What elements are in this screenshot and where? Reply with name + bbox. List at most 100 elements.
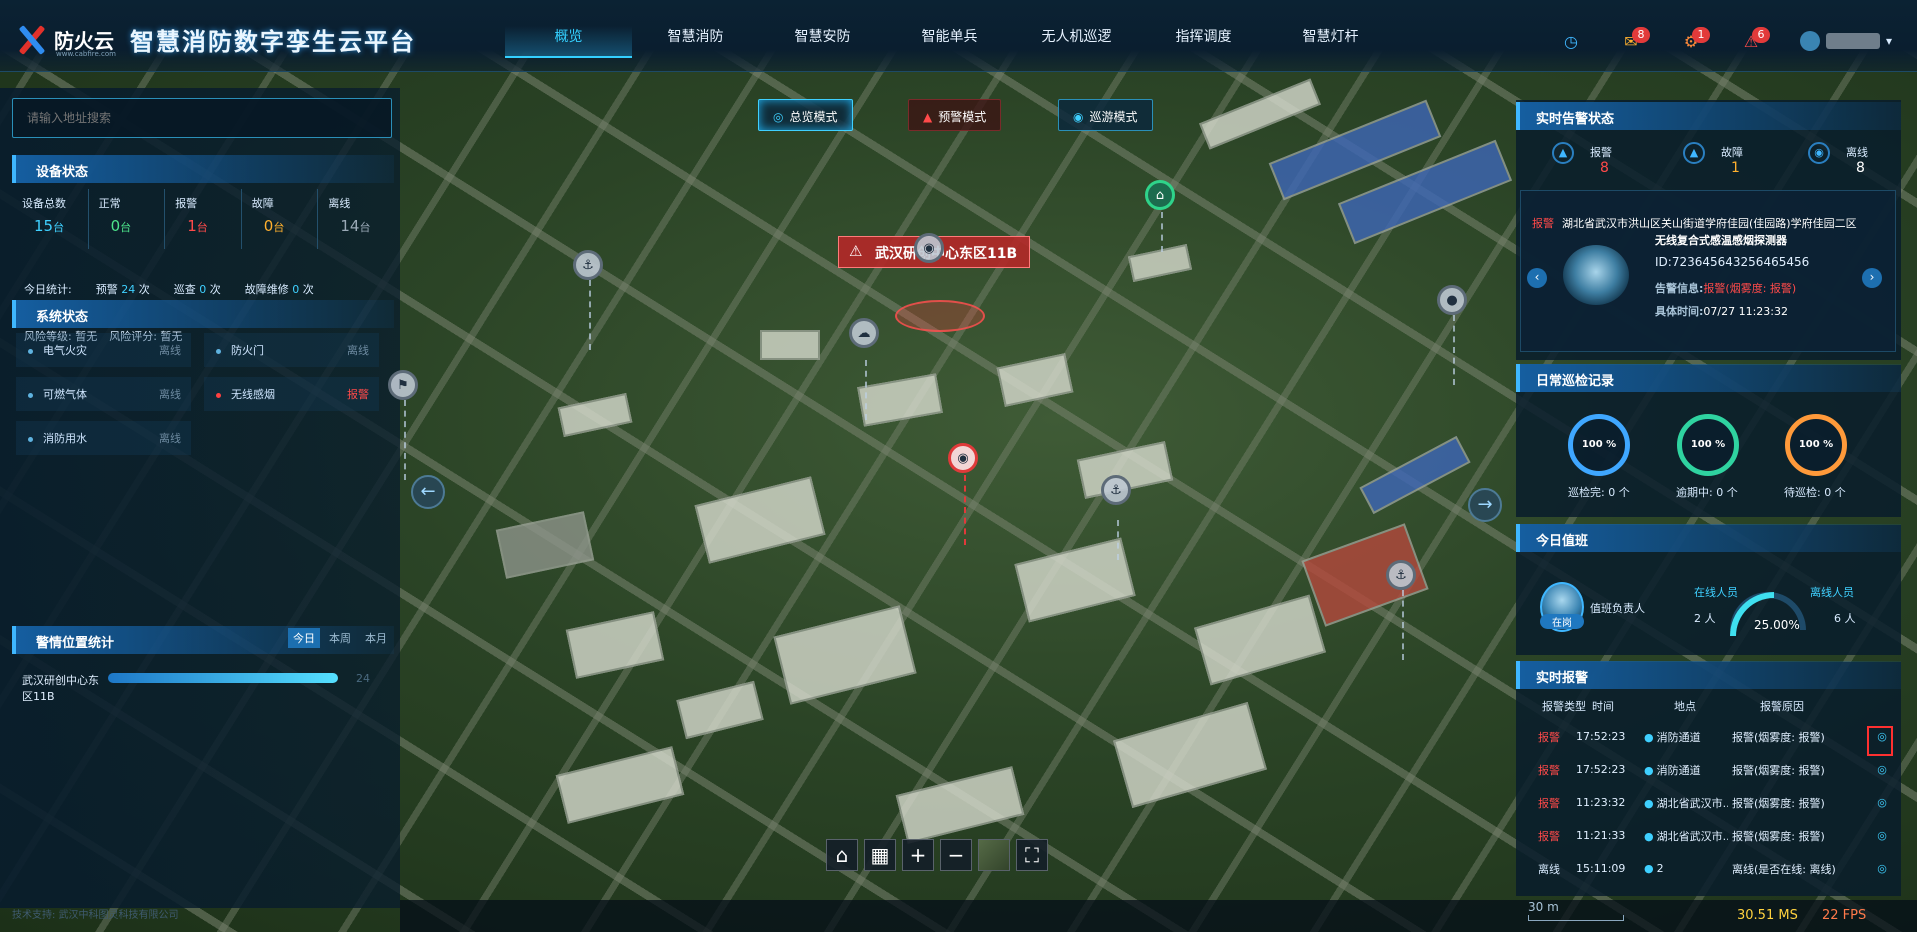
table-row[interactable]: 报警 11:21:33 ● 湖北省武汉市... 报警(烟雾度: 报警) ◎ — [1518, 819, 1898, 852]
tab-month[interactable]: 本月 — [360, 628, 392, 648]
today-patrol: 巡查 0 次 — [173, 283, 221, 296]
tour-mode-button[interactable]: ◉ 巡游模式 — [1058, 99, 1153, 131]
nav-command-dispatch[interactable]: 指挥调度 — [1140, 26, 1267, 58]
nav-smart-lamp[interactable]: 智慧灯杆 — [1267, 26, 1394, 58]
system-item[interactable]: 电气火灾 离线 — [16, 333, 191, 367]
water-marker-icon[interactable]: ● — [1437, 285, 1467, 315]
system-item[interactable]: 可燃气体 离线 — [16, 377, 191, 411]
map-prev-arrow-icon[interactable]: ← — [411, 475, 445, 509]
tag-marker-icon[interactable]: ⚓ — [1386, 560, 1416, 590]
camera-marker-icon[interactable]: ◉ — [914, 233, 944, 263]
address-search-input[interactable] — [12, 98, 392, 138]
map-building — [495, 511, 595, 579]
patrol-title: 日常巡检记录 — [1516, 364, 1901, 392]
hydrant-marker-icon[interactable]: ⚑ — [388, 370, 418, 400]
tag-marker-icon[interactable]: ⚓ — [1101, 475, 1131, 505]
location-icon: ● — [1644, 730, 1654, 744]
zoom-in-icon[interactable]: + — [902, 839, 934, 871]
view-eye-icon[interactable]: ◎ — [1866, 829, 1898, 842]
map-building — [1199, 78, 1321, 150]
target-icon: ◎ — [773, 110, 784, 124]
system-item[interactable]: 无线感烟 报警 — [204, 377, 379, 411]
map-next-arrow-icon[interactable]: → — [1468, 488, 1502, 522]
map-building — [555, 746, 685, 824]
alarm-location-name: 武汉研创中心东区11B — [22, 674, 99, 703]
location-icon: ● — [1644, 829, 1654, 843]
view-eye-icon[interactable]: ◎ — [1866, 796, 1898, 809]
nav-smart-soldier[interactable]: 智能单兵 — [886, 26, 1013, 58]
table-row[interactable]: 报警 17:52:23 ● 消防通道 报警(烟雾度: 报警) ◎ — [1518, 753, 1898, 786]
building-marker-icon[interactable]: ⌂ — [1145, 180, 1175, 210]
clock-icon[interactable]: ◷ — [1560, 30, 1582, 52]
tab-week[interactable]: 本周 — [324, 628, 356, 648]
nav-smart-security[interactable]: 智慧安防 — [759, 26, 886, 58]
zoom-out-icon[interactable]: − — [940, 839, 972, 871]
alarm-bell-icon[interactable]: ⚠ 6 — [1740, 27, 1770, 52]
pin-stem — [1161, 212, 1163, 252]
stat-total: 设备总数 15台 — [12, 189, 89, 249]
alert-device-name: 无线复合式感温感烟探测器 — [1655, 234, 1787, 247]
fullscreen-icon[interactable]: ⛶ — [1016, 839, 1048, 871]
settings-badge: 1 — [1692, 27, 1710, 43]
alarm-period-tabs: 今日 本周 本月 — [288, 628, 392, 648]
online-count: 2 人 — [1694, 612, 1716, 625]
duty-status-badge: 在岗 — [1540, 614, 1584, 629]
status-dot-icon — [28, 348, 33, 354]
stat-value: 14台 — [340, 217, 371, 235]
logo-url: www.cabfire.com — [56, 50, 116, 58]
triangle-alarm-icon: ▲ — [1552, 142, 1574, 164]
settings-icon[interactable]: ⚙ 1 — [1680, 27, 1710, 52]
system-status: 离线 — [159, 388, 181, 401]
warning-mode-button[interactable]: ▲ 预警模式 — [908, 99, 1002, 131]
patrol-overdue-label: 逾期中: 0 个 — [1676, 486, 1738, 499]
pin-stem — [1402, 590, 1404, 660]
patrol-done-label: 巡检完: 0 个 — [1568, 486, 1630, 499]
system-status: 离线 — [159, 432, 181, 445]
card-prev-icon[interactable]: ‹ — [1527, 268, 1547, 288]
realtime-alert-title: 实时告警状态 — [1516, 102, 1901, 130]
alarm-marker-icon[interactable]: ◉ — [948, 443, 978, 473]
card-next-icon[interactable]: › — [1862, 268, 1882, 288]
smoke-detector-image — [1563, 245, 1629, 305]
patrol-done-ring: 100 % — [1568, 414, 1630, 476]
message-icon[interactable]: ✉ 8 — [1620, 27, 1650, 52]
today-label: 今日统计: — [24, 283, 72, 296]
map-building — [1194, 594, 1326, 686]
alarm-location-bar — [108, 673, 338, 683]
alarm-type: 离线 — [1538, 862, 1560, 876]
map-building — [694, 476, 826, 564]
table-row[interactable]: 离线 15:11:09 ● 2 离线(是否在线: 离线) ◎ — [1518, 852, 1898, 885]
table-row[interactable]: 报警 17:52:23 ● 消防通道 报警(烟雾度: 报警) ◎ — [1518, 720, 1898, 753]
app-title: 智慧消防数字孪生云平台 — [130, 28, 416, 56]
overview-mode-button[interactable]: ◎ 总览模式 — [758, 99, 853, 131]
nav-smart-fire[interactable]: 智慧消防 — [632, 26, 759, 58]
view-eye-icon[interactable]: ◎ — [1866, 763, 1898, 776]
pin-stem — [589, 280, 591, 350]
tab-today[interactable]: 今日 — [288, 628, 320, 648]
basemap-layer-icon[interactable] — [978, 839, 1010, 871]
system-item[interactable]: 防火门 离线 — [204, 333, 379, 367]
alert-count-offline: ◉ 离线 8 — [1808, 142, 1917, 176]
alert-address: 报警 湖北省武汉市洪山区关山街道学府佳园(佳园路)学府佳园二区 — [1532, 217, 1857, 230]
user-menu[interactable]: ▾ — [1800, 30, 1892, 52]
alarm-badge: 6 — [1752, 27, 1770, 43]
today-repair: 故障维修 0 次 — [244, 283, 314, 296]
home-icon[interactable]: ⌂ — [826, 839, 858, 871]
offline-count: 6 人 — [1834, 612, 1856, 625]
stat-normal: 正常 0台 — [89, 189, 166, 249]
alert-tag: 报警 — [1532, 217, 1554, 230]
message-badge: 8 — [1632, 27, 1650, 43]
view-eye-icon[interactable]: ◎ — [1866, 862, 1898, 875]
smoke-detector-marker-icon[interactable]: ☁ — [849, 318, 879, 348]
nav-drone-patrol[interactable]: 无人机巡逻 — [1013, 26, 1140, 58]
alert-count-fault: ▲ 故障 1 — [1683, 142, 1803, 176]
location-icon: ● — [1644, 763, 1654, 777]
pin-stem — [1117, 520, 1119, 560]
location-icon: ● — [1644, 862, 1654, 875]
building-icon[interactable]: ▦ — [864, 839, 896, 871]
nav-overview[interactable]: 概览 — [505, 26, 632, 58]
map-building — [557, 393, 633, 437]
system-item[interactable]: 消防用水 离线 — [16, 421, 191, 455]
table-row[interactable]: 报警 11:23:32 ● 湖北省武汉市... 报警(烟雾度: 报警) ◎ — [1518, 786, 1898, 819]
tag-marker-icon[interactable]: ⚓ — [573, 250, 603, 280]
